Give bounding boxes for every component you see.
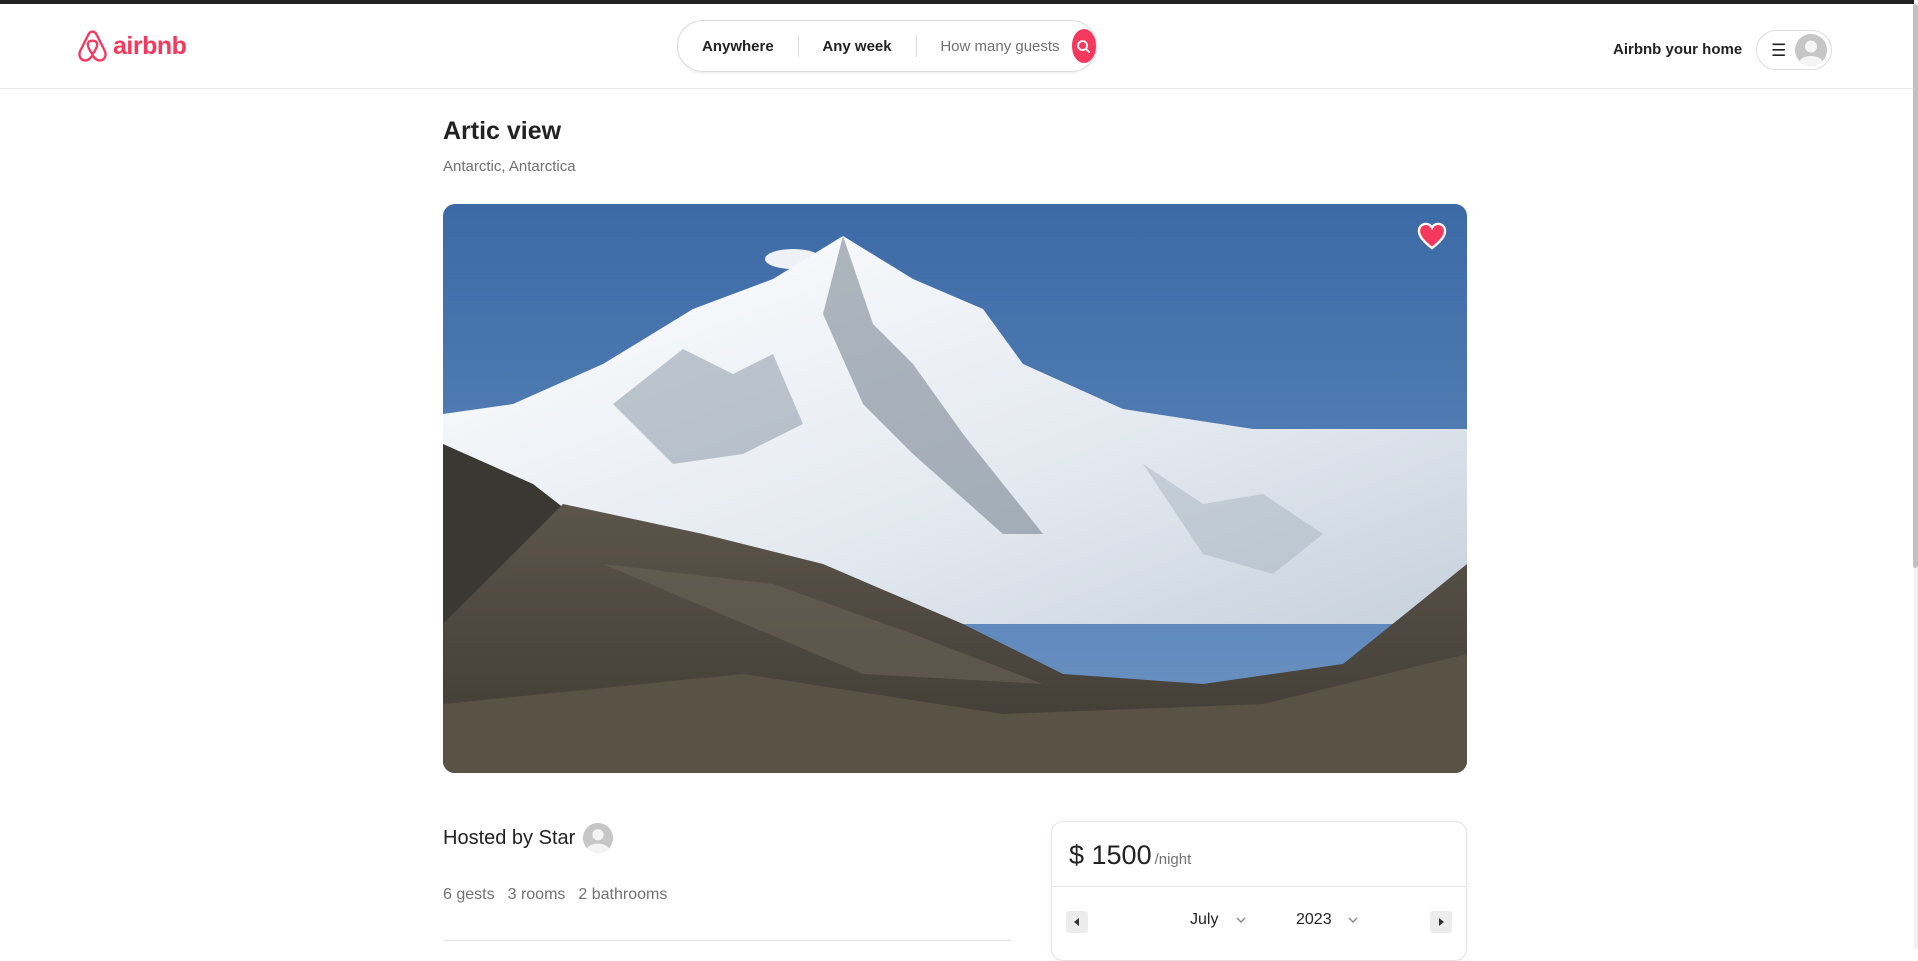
year-value: 2023 — [1296, 911, 1332, 928]
hosted-by: Hosted by Star — [443, 823, 614, 853]
favorite-button[interactable] — [1417, 222, 1447, 250]
year-select[interactable]: 2023 — [1296, 911, 1358, 929]
price-row: $ 1500 /night — [1069, 840, 1191, 871]
search-any-week[interactable]: Any week — [798, 38, 915, 55]
mountain-image — [443, 204, 1467, 773]
airbnb-logo-icon — [78, 30, 107, 62]
chevron-left-icon — [1074, 918, 1079, 926]
month-select[interactable]: July — [1190, 911, 1246, 929]
search-icon — [1077, 39, 1091, 53]
host-avatar-icon — [583, 823, 614, 853]
airbnb-logo[interactable]: airbnb — [76, 29, 187, 63]
search-anywhere[interactable]: Anywhere — [678, 38, 798, 55]
listing-stats: 6 gests 3 rooms 2 bathrooms — [443, 886, 667, 904]
site-header: airbnb Anywhere Any week How many guests… — [0, 4, 1914, 89]
hamburger-menu-icon: ☰ — [1771, 40, 1787, 60]
calendar-prev-button[interactable] — [1066, 911, 1088, 933]
chevron-down-icon — [1236, 917, 1246, 923]
search-guests[interactable]: How many guests — [916, 38, 1071, 55]
chevron-down-icon — [1348, 917, 1358, 923]
listing-title: Artic view — [443, 117, 562, 145]
stat-guests: 6 gests — [443, 886, 495, 903]
heart-icon — [1417, 222, 1447, 250]
calendar-next-button[interactable] — [1430, 911, 1452, 933]
booking-card: $ 1500 /night July 2023 — [1051, 821, 1467, 961]
price: $ 1500 — [1069, 840, 1152, 870]
stat-bathrooms: 2 bathrooms — [578, 886, 668, 903]
host-label: Hosted by Star — [443, 826, 576, 849]
card-divider — [1052, 886, 1466, 887]
brand-name: airbnb — [113, 31, 187, 60]
listing-photo — [443, 204, 1467, 773]
month-value: July — [1190, 911, 1219, 928]
user-menu-button[interactable]: ☰ — [1756, 30, 1832, 70]
search-bar[interactable]: Anywhere Any week How many guests — [677, 20, 1097, 72]
listing-location: Antarctic, Antarctica — [443, 158, 576, 175]
per-night-label: /night — [1154, 851, 1192, 868]
chevron-right-icon — [1439, 918, 1444, 926]
airbnb-your-home-link[interactable]: Airbnb your home — [1613, 41, 1742, 58]
stat-rooms: 3 rooms — [507, 886, 566, 903]
section-divider — [443, 940, 1011, 941]
search-button[interactable] — [1071, 29, 1096, 63]
user-avatar-icon — [1795, 34, 1827, 66]
scrollbar-thumb[interactable] — [1913, 4, 1918, 568]
